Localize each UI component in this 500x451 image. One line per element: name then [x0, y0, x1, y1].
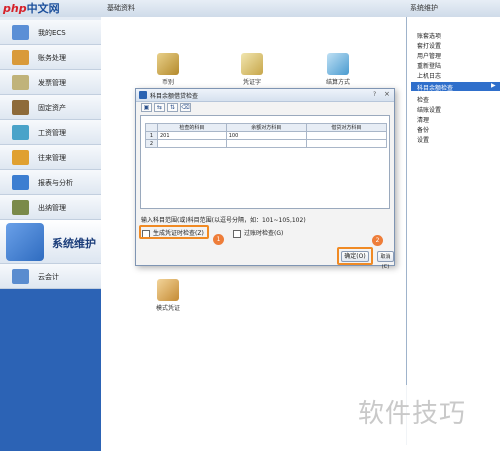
- step-badge-1: 1: [213, 234, 224, 245]
- settlement-icon[interactable]: [327, 53, 349, 75]
- currency-icon[interactable]: [157, 53, 179, 75]
- invoice-icon: [12, 75, 29, 90]
- row-index: 2: [145, 139, 158, 148]
- table-cell[interactable]: 100: [225, 131, 307, 140]
- table-cell[interactable]: 201: [157, 131, 227, 140]
- monitor-icon: [12, 25, 29, 40]
- chevron-right-icon: ▶: [491, 82, 496, 89]
- table-row: 2: [145, 139, 388, 148]
- sidebar-item-accounting[interactable]: 账务处理: [0, 45, 101, 70]
- check-on-posting-checkbox[interactable]: 过账时检查(G): [233, 228, 283, 238]
- watermark: 软件技巧: [352, 385, 500, 445]
- column-header-check-account: 检查的科目: [157, 123, 227, 132]
- contacts-icon: [12, 150, 29, 165]
- sidebar-item-label: 云会计: [38, 273, 59, 281]
- sidebar-item-label: 出纳管理: [38, 204, 66, 212]
- right-item-closing-settings[interactable]: 结账设置: [417, 105, 441, 114]
- table-row: 1 201 100: [145, 131, 388, 140]
- sidebar-item-label: 系统维护: [52, 237, 96, 250]
- right-item-user-management[interactable]: 用户管理: [417, 51, 441, 60]
- sidebar-item-contacts[interactable]: 往来管理: [0, 145, 101, 170]
- sidebar-item-system-maintenance[interactable]: 系统维护: [0, 220, 101, 264]
- account-range-hint: 输入科目范围(或)科目范围(以逗号分隔，如：101~105,102): [141, 217, 306, 224]
- help-icon[interactable]: ?: [373, 91, 376, 98]
- cloud-accounting-icon: [12, 269, 29, 284]
- right-item-operation-log[interactable]: 上机日志: [417, 71, 441, 80]
- site-logo: php中文网: [3, 0, 60, 17]
- top-bar: php中文网 基础资料 系统维护: [0, 0, 500, 18]
- sidebar-item-label: 发票管理: [38, 79, 66, 87]
- right-item-check[interactable]: 检查: [417, 95, 429, 104]
- table-cell[interactable]: [157, 139, 227, 148]
- template-voucher-icon[interactable]: [157, 279, 179, 301]
- cashier-icon: [12, 200, 29, 215]
- sidebar-item-payroll[interactable]: 工资管理: [0, 120, 101, 145]
- watermark-text: 软件技巧: [358, 399, 467, 429]
- ok-button[interactable]: 确定(O): [341, 251, 369, 262]
- app-icon: [139, 91, 147, 99]
- right-item-backup[interactable]: 备份: [417, 125, 429, 134]
- column-header-debit-credit-account: 借贷对方科目: [305, 123, 388, 132]
- right-item-account-options[interactable]: 账套选项: [417, 31, 441, 40]
- table-cell[interactable]: [225, 139, 307, 148]
- sidebar-item-reports[interactable]: 报表与分析: [0, 170, 101, 195]
- sidebar: 我的ECS 账务处理 发票管理 固定资产 工资管理 往来管理 报表与分析 出纳管…: [0, 17, 102, 451]
- sidebar-item-fixed-assets[interactable]: 固定资产: [0, 95, 101, 120]
- settlement-label: 结算方式: [325, 79, 350, 86]
- right-item-cleanup[interactable]: 清理: [417, 115, 429, 124]
- sidebar-item-label: 报表与分析: [38, 179, 73, 187]
- sidebar-item-label: 我的ECS: [38, 29, 66, 37]
- sidebar-item-cashier[interactable]: 出纳管理: [0, 195, 101, 220]
- balance-check-dialog: 科目余额借贷检查 ? × ▣ ⇆ ⇅ ⌫ 检查的科目 余额对方科目 借贷对方科目…: [135, 88, 395, 270]
- column-header-index: [145, 123, 158, 132]
- check-table-panel: 检查的科目 余额对方科目 借贷对方科目 1 201 100 2: [140, 115, 390, 209]
- sidebar-item-label: 账务处理: [38, 54, 66, 62]
- sidebar-item-label: 往来管理: [38, 154, 66, 162]
- table-cell[interactable]: [305, 139, 388, 148]
- table-cell[interactable]: [305, 131, 388, 140]
- template-voucher-label: 模式凭证: [155, 305, 180, 312]
- sidebar-item-cloud-accounting[interactable]: 云会计: [0, 264, 101, 289]
- step-badge-2: 2: [372, 235, 383, 246]
- ledger-icon: [12, 50, 29, 65]
- payroll-icon: [12, 125, 29, 140]
- sidebar-item-label: 工资管理: [38, 129, 66, 137]
- add-row-icon[interactable]: ⇅: [167, 103, 178, 112]
- column-header-balance-account: 余额对方科目: [225, 123, 307, 132]
- logo-php: php: [3, 2, 27, 15]
- logo-site: 中文网: [26, 2, 60, 15]
- voucher-type-label: 凭证字: [242, 79, 261, 86]
- right-item-balance-check[interactable]: 科目余额检查: [417, 83, 453, 92]
- insert-row-icon[interactable]: ⇆: [154, 103, 165, 112]
- checkbox-label: 过账时检查(G): [244, 230, 284, 237]
- right-item-settings[interactable]: 设置: [417, 135, 429, 144]
- voucher-type-icon[interactable]: [241, 53, 263, 75]
- cancel-button[interactable]: 取消(C): [377, 251, 394, 270]
- right-section-title: 系统维护: [410, 4, 438, 12]
- sidebar-item-label: 固定资产: [38, 104, 66, 112]
- right-item-print-settings[interactable]: 套打设置: [417, 41, 441, 50]
- sidebar-item-my-ecs[interactable]: 我的ECS: [0, 20, 101, 45]
- report-icon: [12, 175, 29, 190]
- highlight-box-checkbox: [139, 225, 209, 239]
- asset-icon: [12, 100, 29, 115]
- dialog-toolbar: ▣ ⇆ ⇅ ⌫: [141, 103, 211, 113]
- main-section-title: 基础资料: [107, 4, 135, 12]
- right-panel: 账套选项 套打设置 用户管理 重新登陆 上机日志 科目余额检查 检查 结账设置 …: [406, 17, 500, 445]
- save-icon[interactable]: ▣: [141, 103, 152, 112]
- row-index: 1: [145, 131, 158, 140]
- close-icon[interactable]: ×: [384, 90, 390, 98]
- dialog-title-bar: 科目余额借贷检查 ? ×: [136, 89, 394, 102]
- table-header-row: 检查的科目 余额对方科目 借贷对方科目: [145, 123, 388, 132]
- check-table: 检查的科目 余额对方科目 借贷对方科目 1 201 100 2: [145, 123, 388, 148]
- right-item-relogin[interactable]: 重新登陆: [417, 61, 441, 70]
- currency-label: 币别: [161, 79, 174, 86]
- sidebar-item-invoice[interactable]: 发票管理: [0, 70, 101, 95]
- delete-row-icon[interactable]: ⌫: [180, 103, 191, 112]
- sidebar-footer: [0, 289, 101, 451]
- system-maintenance-icon: [6, 223, 44, 261]
- dialog-title: 科目余额借贷检查: [150, 93, 199, 100]
- checkbox-box[interactable]: [233, 229, 241, 238]
